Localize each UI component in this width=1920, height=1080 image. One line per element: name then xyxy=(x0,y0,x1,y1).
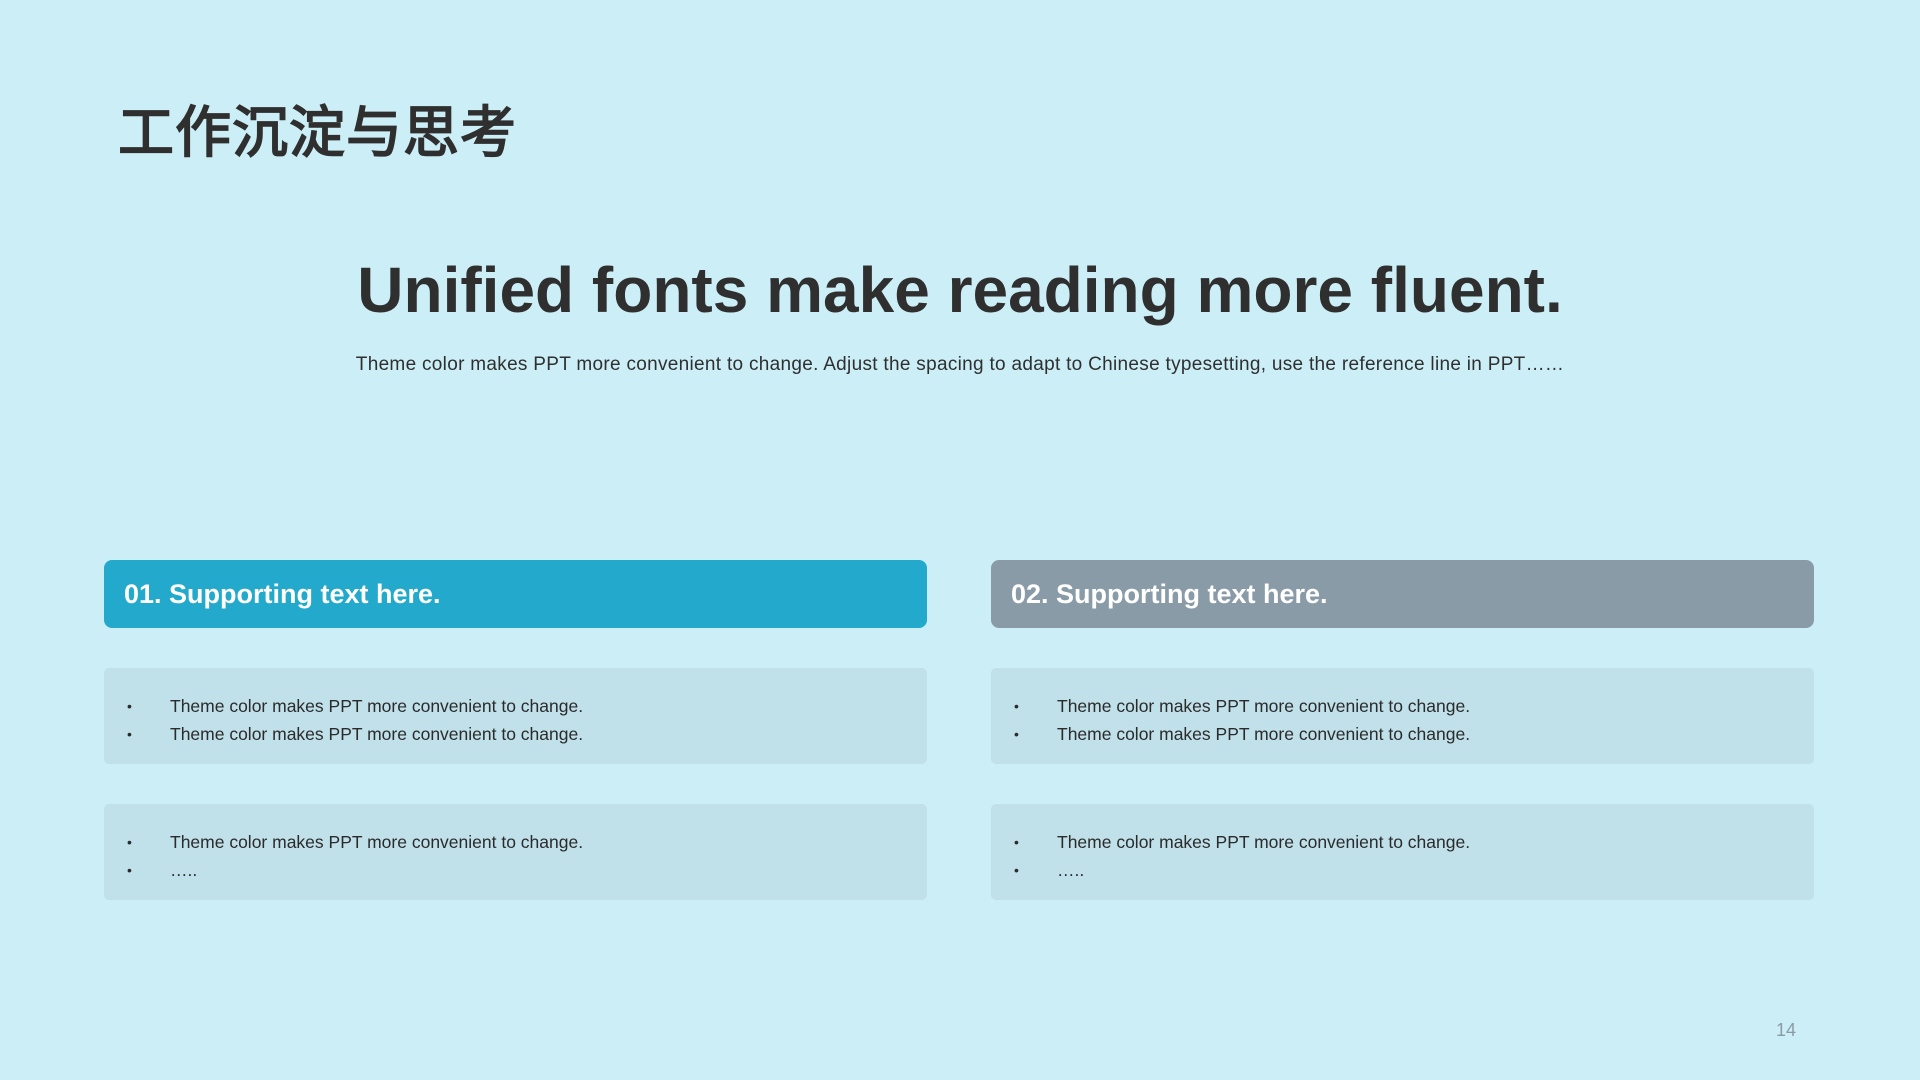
bullet-dot-icon: • xyxy=(127,862,132,878)
column-02-card-2: • Theme color makes PPT more convenient … xyxy=(991,804,1814,900)
bullet-list: • Theme color makes PPT more convenient … xyxy=(124,692,927,748)
subheadline: Theme color makes PPT more convenient to… xyxy=(355,354,1565,375)
list-item: • Theme color makes PPT more convenient … xyxy=(1011,720,1814,748)
bullet-dot-icon: • xyxy=(1014,834,1019,850)
list-item-text: ….. xyxy=(170,860,198,880)
list-item-text: Theme color makes PPT more convenient to… xyxy=(1057,696,1471,716)
column-02: 02. Supporting text here. • Theme color … xyxy=(991,560,1814,900)
list-item-text: Theme color makes PPT more convenient to… xyxy=(170,724,584,744)
column-01: 01. Supporting text here. • Theme color … xyxy=(104,560,927,900)
column-01-card-1: • Theme color makes PPT more convenient … xyxy=(104,668,927,764)
column-01-header: 01. Supporting text here. xyxy=(104,560,927,628)
bullet-dot-icon: • xyxy=(127,726,132,742)
headline: Unified fonts make reading more fluent. xyxy=(357,254,1563,326)
list-item-text: Theme color makes PPT more convenient to… xyxy=(1057,724,1471,744)
list-item: • ….. xyxy=(1011,856,1814,884)
list-item-text: Theme color makes PPT more convenient to… xyxy=(170,696,584,716)
list-item: • Theme color makes PPT more convenient … xyxy=(124,692,927,720)
bullet-list: • Theme color makes PPT more convenient … xyxy=(1011,692,1814,748)
column-02-header: 02. Supporting text here. xyxy=(991,560,1814,628)
list-item: • Theme color makes PPT more convenient … xyxy=(124,720,927,748)
column-01-card-2: • Theme color makes PPT more convenient … xyxy=(104,804,927,900)
bullet-dot-icon: • xyxy=(127,698,132,714)
list-item-text: Theme color makes PPT more convenient to… xyxy=(1057,832,1471,852)
page-title: 工作沉淀与思考 xyxy=(118,101,517,166)
bullet-dot-icon: • xyxy=(1014,726,1019,742)
bullet-dot-icon: • xyxy=(1014,698,1019,714)
bullet-dot-icon: • xyxy=(127,834,132,850)
list-item: • ….. xyxy=(124,856,927,884)
bullet-dot-icon: • xyxy=(1014,862,1019,878)
bullet-list: • Theme color makes PPT more convenient … xyxy=(124,828,927,884)
list-item: • Theme color makes PPT more convenient … xyxy=(1011,692,1814,720)
list-item-text: Theme color makes PPT more convenient to… xyxy=(170,832,584,852)
list-item: • Theme color makes PPT more convenient … xyxy=(124,828,927,856)
bullet-list: • Theme color makes PPT more convenient … xyxy=(1011,828,1814,884)
list-item-text: ….. xyxy=(1057,860,1085,880)
column-02-card-1: • Theme color makes PPT more convenient … xyxy=(991,668,1814,764)
slide: 工作沉淀与思考 Unified fonts make reading more … xyxy=(0,0,1920,1080)
page-number: 14 xyxy=(1776,1020,1797,1040)
list-item: • Theme color makes PPT more convenient … xyxy=(1011,828,1814,856)
